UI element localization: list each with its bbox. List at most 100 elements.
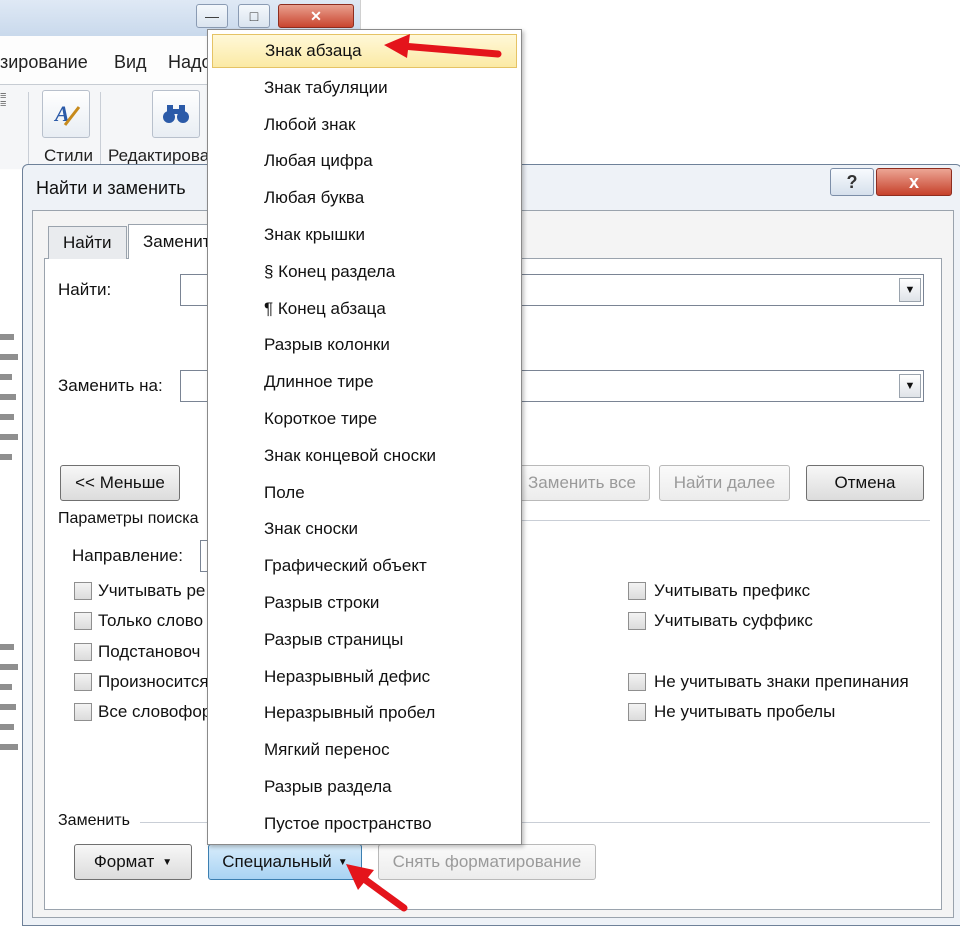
menu-item[interactable]: Графический объект — [212, 549, 517, 583]
option-checkbox[interactable] — [74, 703, 92, 721]
dialog-title: Найти и заменить — [36, 178, 186, 198]
menu-item[interactable]: § Конец раздела — [212, 255, 517, 289]
text-line — [0, 724, 14, 730]
menu-item[interactable]: Разрыв строки — [212, 586, 517, 620]
text-line — [0, 454, 12, 460]
text-line — [0, 704, 16, 710]
maximize-button[interactable]: □ — [238, 4, 270, 28]
menu-item[interactable]: Знак крышки — [212, 218, 517, 252]
menu-item[interactable]: Разрыв страницы — [212, 623, 517, 657]
find-label: Найти: — [58, 280, 112, 299]
replace-all-button[interactable]: Заменить все — [514, 465, 650, 501]
ribbon-tab-view[interactable]: Вид — [114, 52, 147, 73]
ribbon-tab-review[interactable]: зирование — [0, 52, 88, 73]
menu-item-label: Неразрывный пробел — [264, 703, 436, 723]
menu-item-label: Мягкий перенос — [264, 740, 390, 760]
menu-item[interactable]: Знак табуляции — [212, 71, 517, 105]
menu-item-label: Графический объект — [264, 556, 427, 576]
option-label: Учитывать суффикс — [654, 611, 813, 630]
cancel-button[interactable]: Отмена — [806, 465, 924, 501]
menu-item[interactable]: Мягкий перенос — [212, 733, 517, 767]
option-checkbox[interactable] — [74, 643, 92, 661]
text-line — [0, 394, 16, 400]
option-checkbox[interactable] — [74, 612, 92, 630]
menu-item[interactable]: Неразрывный дефис — [212, 660, 517, 694]
ribbon-tab-addins[interactable]: Надо — [168, 52, 212, 73]
menu-item[interactable]: Пустое пространство — [212, 807, 517, 841]
menu-item-label: Короткое тире — [264, 409, 378, 428]
menu-item[interactable]: Разрыв колонки — [212, 328, 517, 362]
option-checkbox[interactable] — [628, 612, 646, 630]
option-checkbox[interactable] — [628, 703, 646, 721]
menu-item[interactable]: Знак сноски — [212, 512, 517, 546]
menu-item[interactable]: Любой знак — [212, 108, 517, 142]
close-icon: x — [908, 171, 919, 192]
close-icon: ✕ — [310, 7, 322, 24]
option-checkbox[interactable] — [74, 582, 92, 600]
menu-item[interactable]: Любая цифра — [212, 144, 517, 178]
replace-label: Заменить на: — [58, 376, 163, 395]
find-next-button[interactable]: Найти далее — [659, 465, 790, 501]
option-label: Не учитывать пробелы — [654, 702, 836, 721]
menu-item[interactable]: Длинное тире — [212, 365, 517, 399]
group-divider — [520, 520, 930, 521]
option-checkbox[interactable] — [628, 673, 646, 691]
direction-label: Направление: — [72, 546, 183, 565]
option-label: Не учитывать знаки препинания — [654, 672, 909, 691]
chevron-down-icon: ▼ — [904, 380, 916, 392]
text-line — [0, 414, 14, 420]
menu-item[interactable]: Знак концевой сноски — [212, 439, 517, 473]
menu-item-label: Поле — [264, 482, 305, 502]
window-close-button[interactable]: ✕ — [278, 4, 354, 28]
text-line — [0, 354, 18, 360]
text-line — [0, 434, 18, 440]
option-label: Подстановоч — [98, 642, 201, 661]
format-button[interactable]: Формат ▼ — [74, 844, 192, 880]
option-checkbox[interactable] — [74, 673, 92, 691]
dialog-close-button[interactable]: x — [876, 168, 952, 196]
text-line — [0, 334, 14, 340]
menu-item-label: Знак табуляции — [264, 77, 388, 97]
option-checkbox[interactable] — [628, 582, 646, 600]
text-line — [0, 644, 14, 650]
replace-dropdown-button[interactable]: ▼ — [899, 374, 921, 398]
binoculars-icon[interactable] — [152, 90, 200, 138]
styles-icon[interactable]: A — [42, 90, 90, 138]
menu-item-label: § Конец раздела — [264, 261, 396, 281]
maximize-icon: □ — [249, 8, 259, 24]
menu-item-label: ¶ Конец абзаца — [264, 298, 386, 318]
ribbon-edge-icon: ≡ ≡ — [0, 90, 7, 110]
menu-item-label: Любой знак — [264, 114, 356, 134]
menu-item-label: Длинное тире — [264, 372, 374, 392]
menu-item[interactable]: Любая буква — [212, 181, 517, 215]
menu-item[interactable]: ¶ Конец абзаца — [212, 292, 517, 326]
help-button[interactable]: ? — [830, 168, 874, 196]
find-dropdown-button[interactable]: ▼ — [899, 278, 921, 302]
minimize-button[interactable]: — — [196, 4, 228, 28]
option-label: Только слово — [98, 611, 204, 630]
menu-item[interactable]: Неразрывный пробел — [212, 696, 517, 730]
option-label: Произносится — [98, 672, 209, 691]
menu-item-label: Любая цифра — [264, 151, 373, 171]
ribbon-separator — [100, 92, 101, 166]
text-line — [0, 744, 18, 750]
menu-item[interactable]: Короткое тире — [212, 402, 517, 436]
menu-item-label: Знак сноски — [264, 519, 359, 539]
tab-find-label: Найти — [63, 233, 112, 252]
menu-item-label: Разрыв строки — [264, 593, 380, 612]
chevron-down-icon: ▼ — [162, 856, 173, 868]
less-button[interactable]: << Меньше — [60, 465, 180, 501]
menu-item-label: Пустое пространство — [264, 813, 432, 833]
chevron-down-icon: ▼ — [904, 284, 916, 296]
menu-item-label: Разрыв колонки — [264, 335, 390, 355]
text-line — [0, 664, 18, 670]
special-menu: Знак абзаца Знак табуляции Любой знак Любая… — [207, 29, 522, 845]
tab-find[interactable]: Найти — [48, 226, 127, 259]
replace-section-label: Заменить — [58, 812, 130, 829]
menu-item[interactable]: Разрыв раздела — [212, 770, 517, 804]
menu-item-label: Неразрывный дефис — [264, 666, 431, 686]
minimize-icon: — — [205, 8, 219, 24]
special-button-label: Специальный — [222, 852, 332, 871]
format-button-label: Формат — [93, 852, 155, 871]
menu-item[interactable]: Поле — [212, 476, 517, 510]
